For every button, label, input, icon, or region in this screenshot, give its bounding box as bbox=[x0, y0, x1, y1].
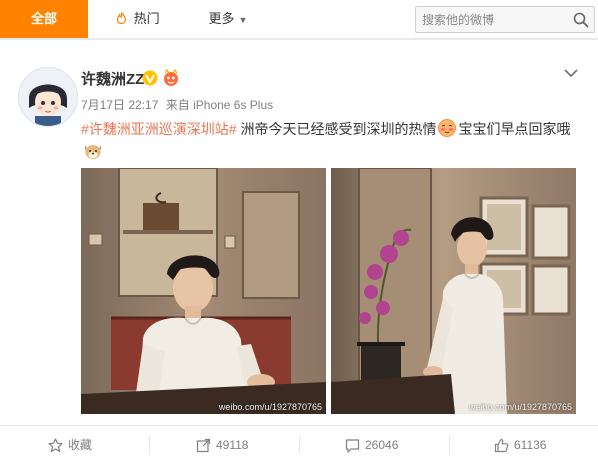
post-meta: 7月17日 22:17 来自 iPhone 6s Plus bbox=[81, 96, 273, 113]
feed-tab-bar: 全部 热门 更多 ▼ bbox=[0, 0, 598, 40]
post-text-part1: 洲帝今天已经感受到深圳的热情 bbox=[236, 121, 437, 137]
tab-more-label: 更多 bbox=[208, 11, 235, 26]
chevron-down-icon[interactable] bbox=[562, 66, 580, 80]
post-image-2[interactable]: weibo.com/u/1927870765 bbox=[331, 168, 576, 414]
username-link[interactable]: 许魏洲ZZ bbox=[81, 68, 144, 89]
member-medal-icon[interactable] bbox=[162, 68, 180, 87]
comment-icon bbox=[345, 438, 360, 453]
tab-hot[interactable]: 热门 bbox=[98, 0, 178, 38]
tab-all[interactable]: 全部 bbox=[0, 0, 88, 38]
search-box[interactable] bbox=[415, 6, 595, 33]
forward-count: 49118 bbox=[216, 438, 249, 452]
star-icon bbox=[48, 438, 63, 453]
post-action-bar: 收藏 49118 26046 61136 bbox=[0, 425, 598, 464]
comment-button[interactable]: 26046 bbox=[300, 426, 449, 464]
favorite-button[interactable]: 收藏 bbox=[0, 426, 149, 464]
like-button[interactable]: 61136 bbox=[450, 426, 598, 464]
forward-button[interactable]: 49118 bbox=[150, 426, 299, 464]
flame-icon bbox=[116, 12, 130, 26]
verified-badge-icon[interactable] bbox=[142, 70, 158, 86]
thumbs-up-icon bbox=[494, 438, 509, 453]
search-icon[interactable] bbox=[572, 11, 590, 29]
source-label: 来自 bbox=[165, 98, 190, 112]
device-link[interactable]: iPhone 6s Plus bbox=[193, 98, 273, 112]
hashtag-link[interactable]: #许魏洲亚洲巡演深圳站# bbox=[81, 121, 237, 137]
favorite-label: 收藏 bbox=[68, 438, 93, 452]
image-watermark: weibo.com/u/1927870765 bbox=[468, 402, 572, 412]
post-text-part2: 宝宝们早点回家哦 bbox=[458, 121, 571, 137]
post-image-1[interactable]: weibo.com/u/1927870765 bbox=[81, 168, 326, 414]
search-input[interactable] bbox=[422, 7, 562, 32]
shy-face-emoji-icon bbox=[437, 118, 457, 138]
comment-count: 26046 bbox=[365, 438, 399, 452]
post-timestamp[interactable]: 7月17日 22:17 bbox=[81, 98, 158, 112]
tab-all-label: 全部 bbox=[30, 11, 57, 26]
image-watermark: weibo.com/u/1927870765 bbox=[218, 402, 322, 412]
forward-icon bbox=[196, 438, 211, 453]
like-count: 61136 bbox=[514, 438, 547, 452]
tab-hot-label: 热门 bbox=[133, 11, 160, 26]
caret-down-icon: ▼ bbox=[238, 15, 248, 25]
user-avatar[interactable] bbox=[18, 67, 78, 127]
post-text: #许魏洲亚洲巡演深圳站# 洲帝今天已经感受到深圳的热情 宝宝们早点回家哦 bbox=[81, 118, 581, 164]
dog-face-emoji-icon bbox=[82, 140, 104, 162]
tab-more[interactable]: 更多 ▼ bbox=[188, 0, 268, 38]
